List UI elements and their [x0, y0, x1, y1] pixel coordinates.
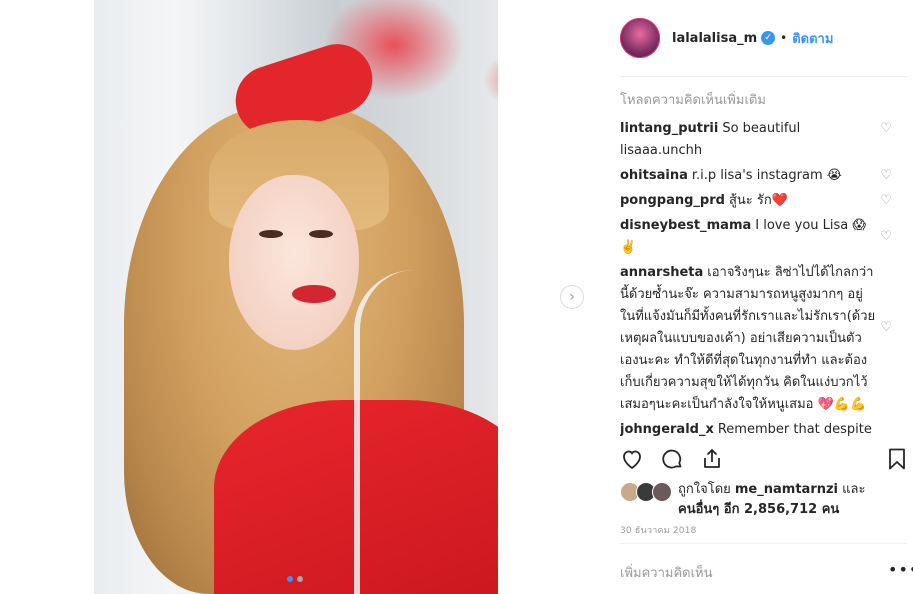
comment-username[interactable]: pongpang_prd	[620, 193, 725, 208]
heart-icon[interactable]	[620, 447, 644, 477]
comment-text: r.i.p lisa's instagram 😭	[691, 168, 842, 183]
load-more-comments[interactable]: โหลดความคิดเห็นเพิ่มเติม	[620, 90, 900, 112]
likes-others-prefix: คนอื่นๆ อีก	[678, 502, 740, 517]
likes-and: และ	[842, 482, 866, 497]
avatar	[652, 482, 672, 502]
comment-item: annarsheta เอาจริงๆนะ ลิซ่าไปได้ไกลกว่านี…	[620, 262, 900, 416]
heart-icon[interactable]: ♡	[880, 190, 892, 212]
comment-username[interactable]: disneybest_mama	[620, 218, 751, 233]
carousel-indicator	[287, 576, 303, 582]
carousel-dot-1	[287, 576, 293, 582]
likes-text: ถูกใจโดย me_namtarnzi และ คนอื่นๆ อีก 2,…	[678, 480, 865, 520]
photo-face	[229, 175, 359, 350]
follow-button[interactable]: ติดตาม	[792, 28, 833, 49]
heart-icon[interactable]: ♡	[880, 226, 892, 248]
heart-icon[interactable]: ♡	[880, 118, 892, 140]
bookmark-icon[interactable]	[885, 447, 909, 477]
comment-item: pongpang_prd สู้นะ รัก❤️ ♡	[620, 190, 900, 212]
verified-badge-icon: ✓	[761, 31, 776, 45]
comment-text: เอาจริงๆนะ ลิซ่าไปได้ไกลกว่านี้ด้วยซ้ำนะ…	[620, 265, 876, 412]
likes-others[interactable]: คนอื่นๆ อีก 2,856,712 คน	[678, 502, 839, 517]
likes-prefix: ถูกใจโดย	[678, 482, 731, 497]
comment-item: lintang_putrii So beautiful lisaaa.unchh …	[620, 118, 900, 162]
divider	[620, 76, 907, 77]
comment-username[interactable]: annarsheta	[620, 265, 703, 280]
comment-text: สู้นะ รัก❤️	[728, 193, 788, 208]
separator-dot: •	[780, 31, 788, 45]
comment-username[interactable]: lintang_putrii	[620, 121, 718, 136]
action-bar	[620, 447, 910, 475]
heart-icon[interactable]: ♡	[880, 317, 892, 339]
post-header: lalalalisa_m ✓ • ติดตาม	[620, 16, 833, 60]
comments-list[interactable]: โหลดความคิดเห็นเพิ่มเติม lintang_putrii S…	[620, 90, 900, 436]
add-comment-input[interactable]: เพิ่มความคิดเห็น	[620, 562, 713, 583]
comment-icon[interactable]	[660, 447, 684, 477]
comment-username[interactable]: ohitsaina	[620, 168, 688, 183]
comment-item: disneybest_mama I love you Lisa 😱✌️ ♡	[620, 215, 900, 259]
share-icon[interactable]	[700, 447, 724, 477]
carousel-dot-2	[297, 576, 303, 582]
more-options-icon[interactable]: •••	[888, 560, 913, 579]
comment-item: johngerald_xRemember that despite the ba…	[620, 419, 900, 436]
likes-summary: ถูกใจโดย me_namtarnzi และ คนอื่นๆ อีก 2,…	[620, 480, 865, 520]
post-photo[interactable]	[94, 0, 498, 594]
photo-eye-right	[309, 230, 333, 238]
photo-eye-left	[259, 230, 283, 238]
likes-count: 2,856,712	[744, 502, 818, 517]
username[interactable]: lalalalisa_m	[672, 31, 757, 46]
divider	[620, 543, 907, 544]
likes-suffix: คน	[821, 502, 840, 517]
comment-item: ohitsaina r.i.p lisa's instagram 😭 ♡	[620, 165, 900, 187]
comment-username[interactable]: johngerald_x	[620, 422, 714, 436]
photo-lips	[292, 285, 336, 303]
liker-avatars	[620, 482, 672, 502]
liker-username[interactable]: me_namtarnzi	[735, 482, 838, 497]
post-date[interactable]: 30 ธันวาคม 2018	[620, 523, 697, 537]
photo-chair	[354, 270, 498, 594]
avatar[interactable]	[620, 18, 660, 58]
heart-icon[interactable]: ♡	[880, 165, 892, 187]
chevron-right-icon[interactable]: ›	[560, 285, 584, 309]
